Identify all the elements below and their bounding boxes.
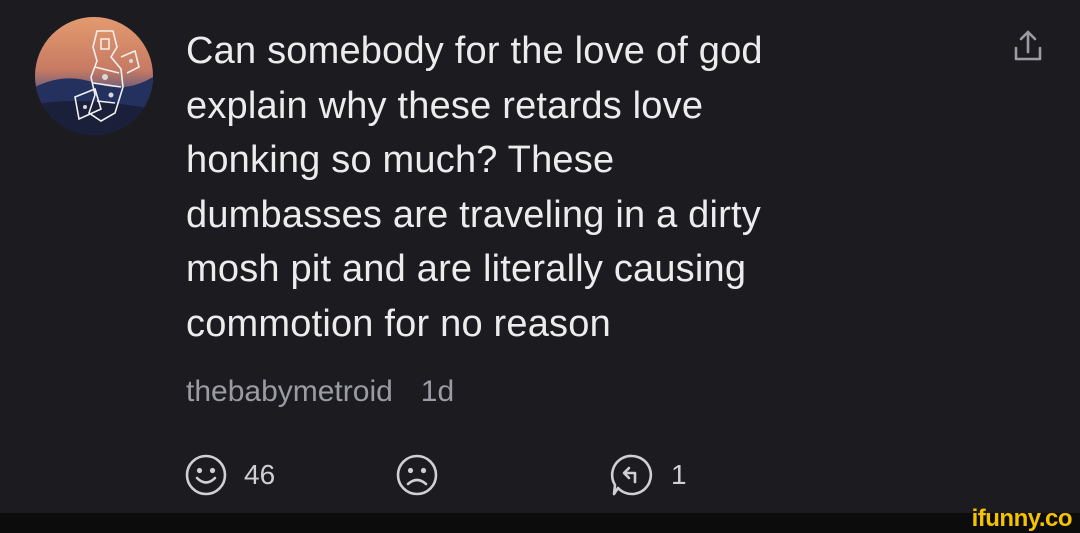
frown-button[interactable] [395, 449, 439, 501]
ifunny-watermark: ifunny.co [971, 505, 1073, 532]
share-button[interactable] [1008, 26, 1048, 66]
comment-meta: thebabymetroid 1d [186, 372, 482, 412]
comment-body: Can somebody for the love of god explain… [186, 30, 763, 345]
smile-icon [185, 454, 227, 496]
username-link[interactable]: thebabymetroid [186, 375, 393, 408]
reply-count: 1 [671, 459, 687, 490]
reply-button[interactable]: 1 [609, 449, 687, 501]
comment-screen: Can somebody for the love of god explain… [0, 0, 1080, 533]
avatar-image [35, 17, 153, 135]
watermark-bar [0, 513, 1080, 533]
frown-icon [396, 454, 438, 496]
smile-button[interactable]: 46 [184, 449, 275, 501]
share-icon [1014, 30, 1042, 61]
reply-icon [610, 454, 653, 496]
timestamp: 1d [420, 375, 455, 408]
user-avatar[interactable] [35, 17, 153, 135]
smile-count: 46 [244, 459, 276, 490]
